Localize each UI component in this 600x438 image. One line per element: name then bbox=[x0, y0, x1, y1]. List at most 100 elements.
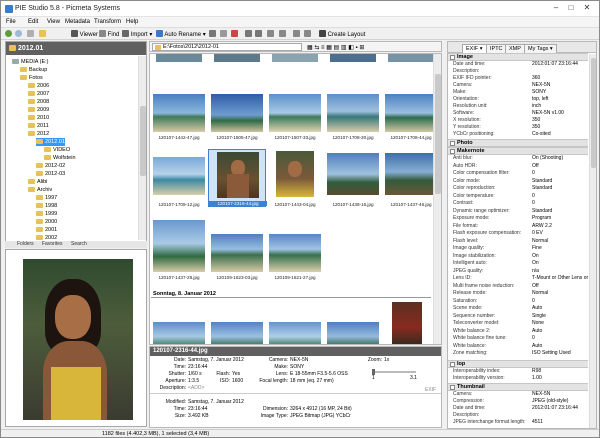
tree-scrollbar[interactable] bbox=[138, 56, 146, 240]
section-thumbnail[interactable]: Thumbnail bbox=[448, 383, 588, 391]
property-row[interactable]: JPEG interchange format length: 4511 bbox=[448, 419, 588, 426]
tree-item-2012-03[interactable]: 2012-03 bbox=[36, 170, 65, 178]
rotate-icon[interactable] bbox=[209, 30, 216, 39]
thumbnail[interactable]: 120107-1709-12.jpg bbox=[150, 149, 208, 207]
property-row[interactable]: EXIF IFD pointer: 360 bbox=[448, 75, 588, 82]
thumbnail[interactable]: 120107-1507-33.jpg bbox=[266, 90, 324, 140]
thumbnail[interactable]: 120109-1623-03.jpg bbox=[208, 214, 266, 280]
grid-scroll-thumb[interactable] bbox=[435, 74, 441, 194]
tree-item-2009[interactable]: 2009 bbox=[28, 106, 49, 114]
property-row[interactable]: White balance fine tune: 0 bbox=[448, 335, 588, 342]
metadata-scroll-thumb[interactable] bbox=[591, 58, 596, 168]
up-icon[interactable] bbox=[27, 30, 34, 39]
tree-item-2011[interactable]: 2011 bbox=[28, 122, 49, 130]
info-icon[interactable] bbox=[304, 30, 311, 39]
tree-item-1998[interactable]: 1998 bbox=[36, 202, 57, 210]
property-row[interactable]: Flash exposure compensation: 0 EV bbox=[448, 230, 588, 237]
property-row[interactable]: Anti blur: On (Shooting) bbox=[448, 155, 588, 162]
menu-view[interactable]: View bbox=[47, 19, 60, 25]
thumbnail[interactable] bbox=[266, 316, 324, 344]
tree-item-2010[interactable]: 2010 bbox=[28, 114, 49, 122]
copy-icon[interactable] bbox=[220, 30, 227, 39]
viewer-button[interactable]: Viewer bbox=[71, 30, 98, 39]
tree-item-2000[interactable]: 2000 bbox=[36, 218, 57, 226]
tree-item-wolfstein[interactable]: Wolfstein bbox=[44, 154, 76, 162]
property-row[interactable]: Exposure mode: Program bbox=[448, 215, 588, 222]
property-row[interactable]: Multi frame noise reduction: Off bbox=[448, 283, 588, 290]
property-row[interactable]: Image stabilization: On bbox=[448, 253, 588, 260]
property-row[interactable]: JPEG quality: n/a bbox=[448, 268, 588, 275]
tree-item-backup[interactable]: Backup bbox=[20, 66, 47, 74]
property-row[interactable]: White balance: Auto bbox=[448, 343, 588, 350]
tree-item-2001[interactable]: 2001 bbox=[36, 226, 57, 234]
metadata-scrollbar[interactable] bbox=[589, 54, 596, 428]
property-row[interactable]: Interoperability index: R98 bbox=[448, 368, 588, 375]
tree-item-1997[interactable]: 1997 bbox=[36, 194, 57, 202]
tab-favorites[interactable]: Favorites bbox=[42, 241, 63, 248]
property-row[interactable]: Interoperability version: 1.00 bbox=[448, 375, 588, 382]
tab-xmp[interactable]: XMP bbox=[505, 44, 525, 53]
tab-exif[interactable]: EXIF ▾ bbox=[462, 44, 487, 53]
property-row[interactable]: Saturation: 0 bbox=[448, 298, 588, 305]
property-row[interactable]: Scene mode: Auto bbox=[448, 305, 588, 312]
collapse-icon[interactable] bbox=[450, 55, 455, 60]
property-row[interactable]: Flash level: Normal bbox=[448, 238, 588, 245]
tree-item-2007[interactable]: 2007 bbox=[28, 90, 49, 98]
thumbnail[interactable]: 120107-1437-28.jpg bbox=[150, 214, 208, 280]
property-row[interactable]: Image quality: Fine bbox=[448, 245, 588, 252]
property-row[interactable]: Description: bbox=[448, 412, 588, 419]
property-row[interactable]: Resolution unit: inch bbox=[448, 103, 588, 110]
thumbnail[interactable] bbox=[324, 316, 382, 344]
tree-item-2012-01[interactable]: 2012.01 bbox=[36, 138, 65, 146]
property-row[interactable]: Make: SONY bbox=[448, 89, 588, 96]
close-icon[interactable]: ✕ bbox=[580, 2, 594, 14]
property-row[interactable]: Lens ID: T-Mount or Other Lens or no lens bbox=[448, 275, 596, 282]
property-row[interactable]: Release mode: Normal bbox=[448, 290, 588, 297]
thumbnail[interactable]: 120107-1438-16.jpg bbox=[324, 149, 382, 207]
property-row[interactable]: Auto HDR: Off bbox=[448, 163, 588, 170]
thumbnail[interactable]: 120107-1442-47.jpg bbox=[150, 90, 208, 140]
thumbnail-selected[interactable]: 120107-2316-44.jpg bbox=[208, 149, 267, 207]
panel-icon[interactable] bbox=[293, 30, 300, 39]
property-row[interactable]: Color reproduction: Standard bbox=[448, 185, 588, 192]
tree-item-alibi[interactable]: Alibi bbox=[28, 178, 47, 186]
property-row[interactable]: Dynamic range optimizer: Standard bbox=[448, 208, 588, 215]
path-input[interactable]: E:\Fotos\2012\2012-01 bbox=[152, 43, 302, 51]
property-row[interactable]: Color compensation filter: 0 bbox=[448, 170, 588, 177]
thumbnail[interactable]: 120107-1443-04.jpg bbox=[266, 149, 324, 207]
expand-icon[interactable] bbox=[450, 141, 455, 146]
thumbnail[interactable] bbox=[208, 316, 266, 344]
menu-edit[interactable]: Edit bbox=[28, 19, 38, 25]
tree-item-1999[interactable]: 1999 bbox=[36, 210, 57, 218]
view-options-icon[interactable]: ▦ ⇆ ≡ ▦ ▤ ▥ ◧ ▪ ⊞ bbox=[307, 44, 364, 51]
property-row[interactable]: File format: ARW 2.2 bbox=[448, 223, 588, 230]
property-row[interactable]: Zone matching: ISO Setting Used bbox=[448, 350, 588, 357]
tab-iptc[interactable]: IPTC bbox=[486, 44, 507, 53]
tree-item-2006[interactable]: 2006 bbox=[28, 82, 49, 90]
find-button[interactable]: Find bbox=[99, 30, 119, 39]
delete-icon[interactable] bbox=[231, 30, 238, 39]
thumbnail[interactable]: 120107-1708-30.jpg bbox=[324, 90, 382, 140]
property-row[interactable]: Y resolution: 350 bbox=[448, 124, 588, 131]
section-photo[interactable]: Photo bbox=[448, 139, 588, 147]
thumbnail[interactable]: 120109-1621-27.jpg bbox=[266, 214, 324, 280]
open-icon[interactable] bbox=[39, 30, 46, 39]
auto-rename-button[interactable]: Auto Rename ▾ bbox=[156, 30, 206, 39]
grid-scrollbar[interactable] bbox=[433, 54, 441, 344]
property-row[interactable]: Compression: JPEG (old-style) bbox=[448, 398, 588, 405]
tree-item-archiv[interactable]: Archiv bbox=[28, 186, 52, 194]
property-row[interactable]: Color temperature: 0 bbox=[448, 193, 588, 200]
description-value[interactable]: <ADD> bbox=[188, 385, 204, 391]
menu-transform[interactable]: Transform bbox=[94, 19, 121, 25]
filter-icon[interactable] bbox=[279, 30, 286, 39]
property-row[interactable]: YCbCr positioning: Co-sited bbox=[448, 131, 588, 138]
property-row[interactable]: Sequence number: Single bbox=[448, 313, 588, 320]
settings-icon[interactable] bbox=[267, 30, 274, 39]
section-image[interactable]: Image bbox=[448, 53, 588, 61]
property-row[interactable]: Camera: NEX-5N bbox=[448, 82, 588, 89]
property-row[interactable]: Description: bbox=[448, 68, 588, 75]
property-row[interactable]: Intelligent auto: On bbox=[448, 260, 588, 267]
layout-grid-icon[interactable] bbox=[245, 30, 252, 39]
property-row[interactable]: Camera: NEX-5N bbox=[448, 391, 588, 398]
thumbnail[interactable] bbox=[150, 316, 208, 344]
